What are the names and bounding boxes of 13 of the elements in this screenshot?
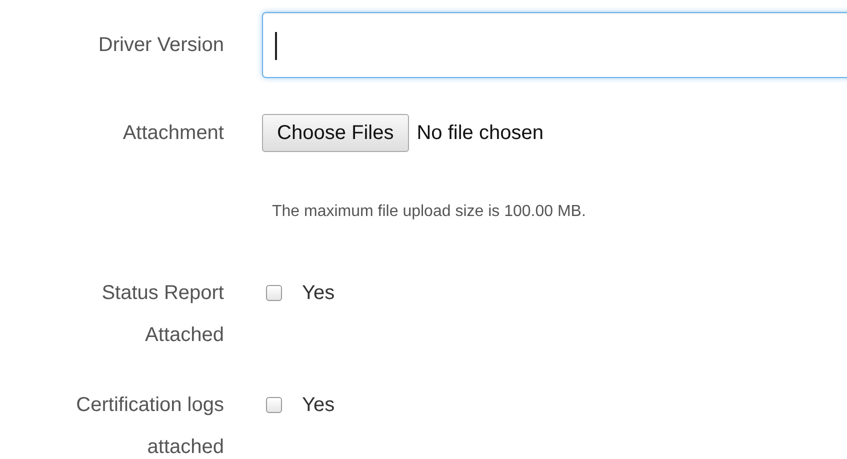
driver-version-field[interactable] [262, 12, 847, 78]
file-status: No file chosen [416, 122, 544, 144]
checkbox[interactable] [266, 397, 282, 413]
checkbox-label: Yes [302, 282, 335, 304]
choose-files-button[interactable]: Choose Files [262, 114, 409, 152]
field-label: Certification logs attached [75, 393, 224, 459]
text-cursor [275, 32, 277, 60]
upload-hint: The maximum file upload size is 100.00 MB. [272, 202, 586, 222]
field-label: Driver Version [98, 33, 224, 58]
checkbox-label: Yes [302, 394, 335, 416]
checkbox[interactable] [266, 285, 282, 301]
field-label: Status Report Attached [100, 281, 224, 348]
field-label: Attachment [122, 121, 224, 146]
